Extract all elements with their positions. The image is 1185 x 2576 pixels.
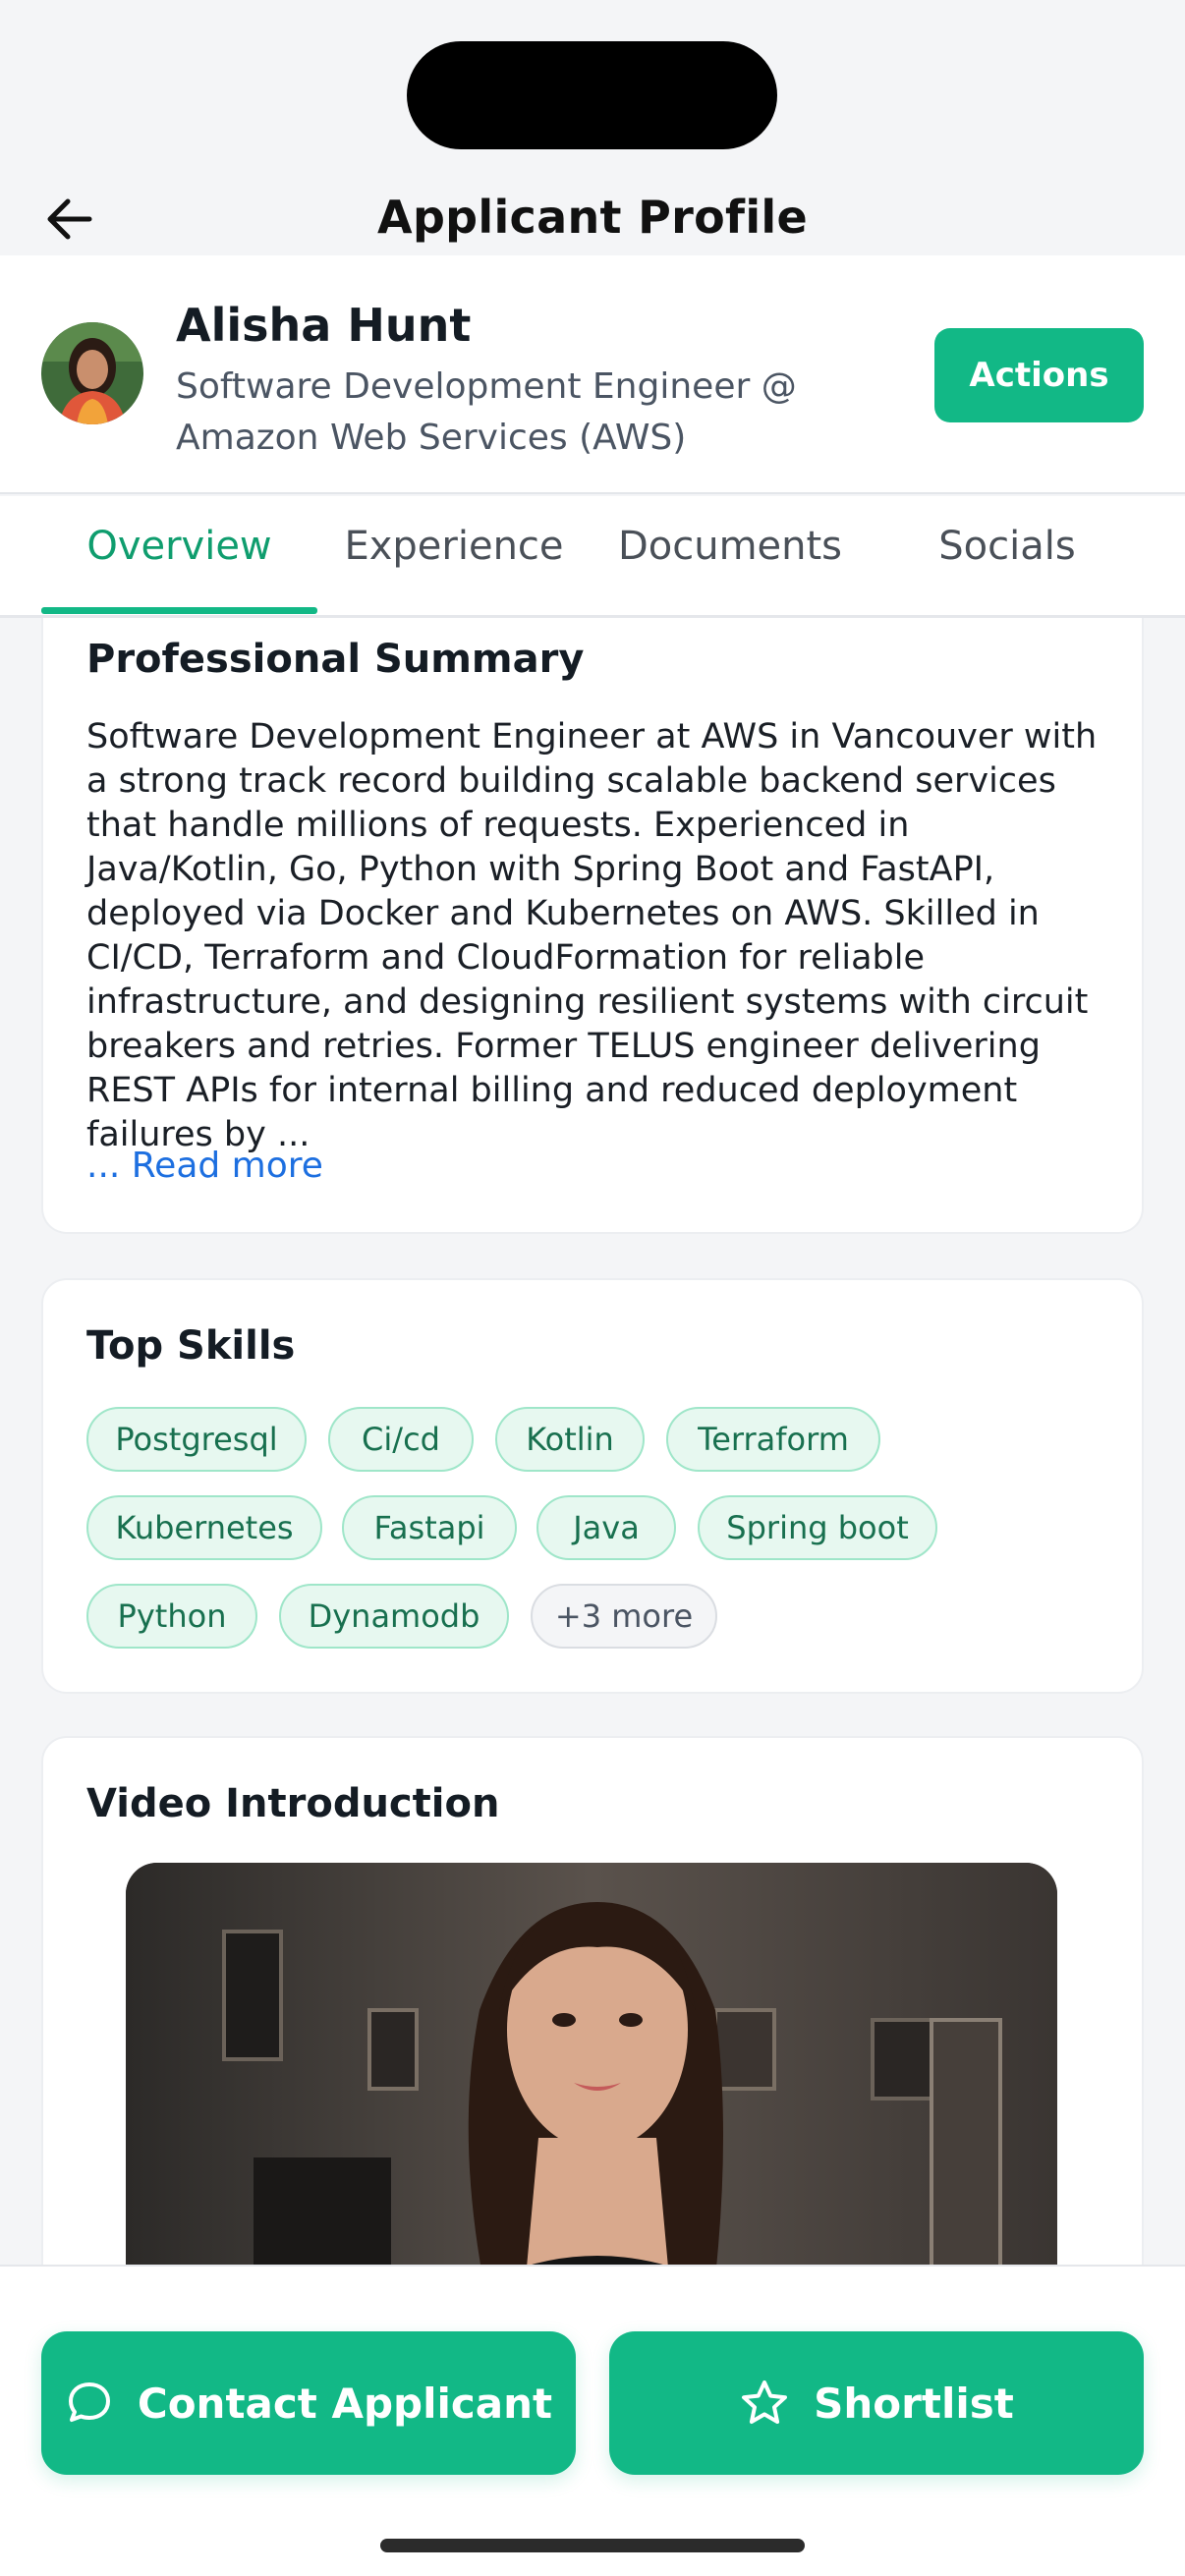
nav-bar: Applicant Profile (0, 167, 1185, 255)
professional-summary-card: Professional Summary Software Developmen… (41, 589, 1144, 1234)
summary-text: Software Development Engineer at AWS in … (86, 717, 1098, 1154)
applicant-role: Software Development Engineer @ Amazon W… (176, 366, 797, 458)
skill-chip[interactable]: Fastapi (342, 1495, 517, 1560)
skill-chip[interactable]: Java (536, 1495, 676, 1560)
skill-chip[interactable]: Spring boot (698, 1495, 937, 1560)
shortlist-button[interactable]: Shortlist (609, 2331, 1144, 2475)
tab-experience[interactable]: Experience (324, 524, 584, 569)
video-player[interactable] (126, 1863, 1057, 2324)
bottom-action-bar: Contact Applicant Shortlist (0, 2265, 1185, 2576)
active-tab-indicator (41, 607, 317, 614)
skill-chip[interactable]: Terraform (666, 1407, 880, 1472)
skills-title: Top Skills (86, 1323, 296, 1369)
skill-chip[interactable]: Ci/cd (328, 1407, 474, 1472)
read-more-link[interactable]: ... Read more (86, 1146, 323, 1186)
top-skills-card: Top Skills Postgresql Ci/cd Kotlin Terra… (41, 1278, 1144, 1694)
contact-label: Contact Applicant (137, 2379, 553, 2428)
actions-button[interactable]: Actions (934, 328, 1144, 422)
home-indicator[interactable] (380, 2539, 805, 2552)
video-title: Video Introduction (86, 1781, 500, 1826)
screen: Applicant Profile Alisha Hunt Software D… (0, 0, 1185, 2576)
page-title: Applicant Profile (377, 191, 808, 244)
skill-chip[interactable]: Dynamodb (279, 1584, 509, 1649)
star-icon (742, 2380, 788, 2424)
tab-documents[interactable]: Documents (594, 524, 866, 569)
contact-applicant-button[interactable]: Contact Applicant (41, 2331, 576, 2475)
summary-title: Professional Summary (86, 637, 585, 682)
profile-tabs: Overview Experience Documents Socials (0, 496, 1185, 618)
dynamic-island (407, 41, 777, 149)
skill-chip[interactable]: Kotlin (495, 1407, 645, 1472)
avatar[interactable] (41, 322, 143, 424)
skill-chip[interactable]: Python (86, 1584, 257, 1649)
video-introduction-card: Video Introduction (41, 1736, 1144, 2325)
chat-bubble-icon (68, 2382, 110, 2422)
skill-chip[interactable]: Postgresql (86, 1407, 307, 1472)
tab-overview[interactable]: Overview (41, 524, 317, 569)
applicant-name: Alisha Hunt (176, 299, 472, 352)
tab-socials[interactable]: Socials (884, 524, 1130, 569)
more-skills-chip[interactable]: +3 more (531, 1584, 717, 1649)
shortlist-label: Shortlist (814, 2379, 1014, 2428)
profile-header: Alisha Hunt Software Development Enginee… (0, 255, 1185, 494)
skill-chip[interactable]: Kubernetes (86, 1495, 322, 1560)
